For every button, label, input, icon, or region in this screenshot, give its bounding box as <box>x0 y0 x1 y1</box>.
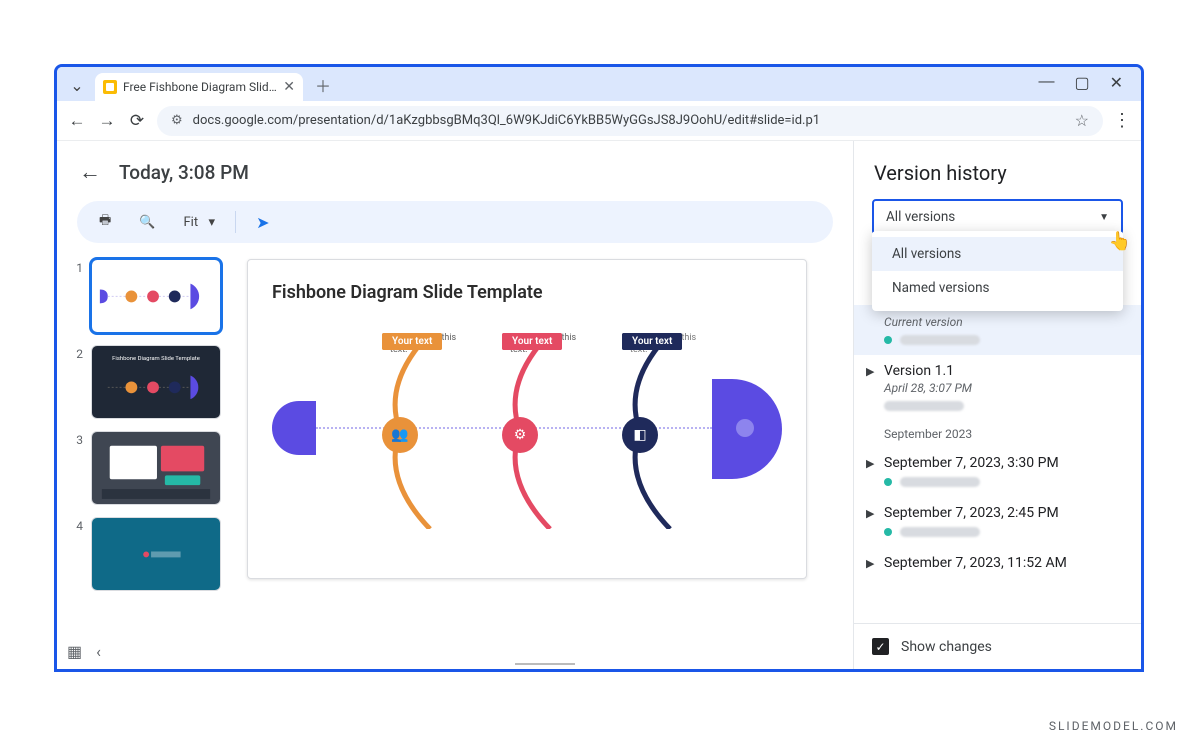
view-controls: ▦ ‹ <box>67 642 101 661</box>
nav-back-icon[interactable]: ← <box>67 111 87 131</box>
resize-handle[interactable] <box>515 663 575 665</box>
current-label: Current version <box>884 315 1123 329</box>
bone-tag: Your text <box>502 333 562 350</box>
vh-header: ← Today, 3:08 PM <box>57 141 853 195</box>
close-window-icon[interactable]: ✕ <box>1110 73 1123 93</box>
bone-3: ◧ Your text You can edit this text. Your… <box>582 333 702 529</box>
bone-1: 👥 Your text You can edit this text. You … <box>342 333 462 529</box>
node-people-icon: 👥 <box>382 417 418 453</box>
version-item[interactable]: ▶ September 7, 2023, 11:52 AM <box>854 547 1141 581</box>
slides-favicon <box>103 80 117 94</box>
pointer-tool-icon[interactable]: ➤ <box>248 209 277 236</box>
nav-forward-icon[interactable]: → <box>97 111 117 131</box>
panel-title: Version history <box>854 141 1141 199</box>
version-list: Current version ▶ Version 1.1 April 28, … <box>854 305 1141 623</box>
slide-canvas-area: Fishbone Diagram Slide Template 👥 Your t… <box>247 259 843 669</box>
version-item[interactable]: ▶ Version 1.1 April 28, 3:07 PM <box>854 355 1141 421</box>
version-timestamp: Today, 3:08 PM <box>119 161 249 184</box>
expand-chevron-icon[interactable]: ▶ <box>866 557 874 570</box>
bone-2: ⚙ Your text You can edit this text. You … <box>462 333 582 529</box>
address-field[interactable]: ⚙ docs.google.com/presentation/d/1aKzgbb… <box>157 106 1103 136</box>
fishbone-diagram: 👥 Your text You can edit this text. You … <box>272 321 782 541</box>
version-filter-select[interactable]: All versions ▼ <box>872 199 1123 235</box>
collapse-icon[interactable]: ‹ <box>96 642 101 661</box>
thumb-index: 2 <box>73 345 83 361</box>
thumb-index: 1 <box>73 259 83 275</box>
checkbox-checked-icon[interactable]: ✓ <box>872 638 889 655</box>
thumb-index: 3 <box>73 431 83 447</box>
new-tab-button[interactable]: ＋ <box>311 73 335 97</box>
site-settings-icon[interactable]: ⚙ <box>171 113 183 128</box>
browser-menu-icon[interactable]: ⋮ <box>1113 110 1131 131</box>
bone-tag: Your text <box>622 333 682 350</box>
url-bar: ← → ⟳ ⚙ docs.google.com/presentation/d/1… <box>57 101 1141 141</box>
browser-tab[interactable]: Free Fishbone Diagram Slide Te ✕ <box>95 73 303 101</box>
editor-name-redacted <box>900 477 980 487</box>
slide-thumb-4[interactable] <box>91 517 221 591</box>
editor-name-redacted <box>900 527 980 537</box>
version-item-current[interactable]: Current version <box>854 305 1141 355</box>
fish-head <box>712 379 782 479</box>
tab-search-icon[interactable]: ⌄ <box>67 75 87 95</box>
thumbnail-strip: 1 2 Fishbone Diagram Slide Template <box>73 259 233 669</box>
slide-thumb-2[interactable]: Fishbone Diagram Slide Template <box>91 345 221 419</box>
dropdown-option-named[interactable]: Named versions <box>872 271 1123 305</box>
version-item[interactable]: ▶ September 7, 2023, 2:45 PM <box>854 497 1141 547</box>
fish-tail <box>272 401 316 455</box>
slide-title: Fishbone Diagram Slide Template <box>272 282 782 303</box>
watermark: SLIDEMODEL.COM <box>1049 719 1178 733</box>
version-filter-dropdown: All versions Named versions <box>872 231 1123 311</box>
tab-title: Free Fishbone Diagram Slide Te <box>123 80 277 94</box>
toolbar-separator <box>235 211 236 233</box>
minimize-icon[interactable]: — <box>1038 73 1054 93</box>
print-button[interactable]: 🖶 <box>91 207 119 237</box>
version-section-label: September 2023 <box>854 421 1141 447</box>
version-history-panel: Version history All versions ▼ 👆 All ver… <box>853 141 1141 669</box>
version-date: April 28, 3:07 PM <box>884 381 1123 395</box>
node-shapes-icon: ◧ <box>622 417 658 453</box>
version-date: September 7, 2023, 2:45 PM <box>884 505 1123 521</box>
bone-tag: Your text <box>382 333 442 350</box>
nav-reload-icon[interactable]: ⟳ <box>127 111 147 131</box>
url-text: docs.google.com/presentation/d/1aKzgbbsg… <box>193 113 820 128</box>
editor-dot-icon <box>884 478 892 486</box>
back-arrow-icon[interactable]: ← <box>79 159 101 185</box>
grid-view-icon[interactable]: ▦ <box>67 642 82 661</box>
editor-name-redacted <box>884 401 964 411</box>
window-controls: — ▢ ✕ <box>1038 73 1131 93</box>
slide-thumb-1[interactable] <box>91 259 221 333</box>
svg-text:Fishbone Diagram Slide Templat: Fishbone Diagram Slide Template <box>112 356 200 362</box>
dropdown-option-all[interactable]: All versions <box>872 237 1123 271</box>
bookmark-star-icon[interactable]: ☆ <box>1075 111 1089 130</box>
expand-chevron-icon[interactable]: ▶ <box>866 365 874 378</box>
node-gear-icon: ⚙ <box>502 417 538 453</box>
close-tab-icon[interactable]: ✕ <box>283 79 295 95</box>
expand-chevron-icon[interactable]: ▶ <box>866 507 874 520</box>
expand-chevron-icon[interactable]: ▶ <box>866 457 874 470</box>
version-name: Version 1.1 <box>884 363 1123 379</box>
show-changes-label: Show changes <box>901 639 992 655</box>
maximize-icon[interactable]: ▢ <box>1074 73 1089 93</box>
zoom-out-button[interactable]: 🔍 <box>131 211 163 234</box>
editor-dot-icon <box>884 336 892 344</box>
tab-strip: ⌄ Free Fishbone Diagram Slide Te ✕ ＋ — ▢… <box>57 67 1141 101</box>
editor-name-redacted <box>900 335 980 345</box>
version-date: September 7, 2023, 11:52 AM <box>884 555 1123 571</box>
thumb-index: 4 <box>73 517 83 533</box>
version-item[interactable]: ▶ September 7, 2023, 3:30 PM <box>854 447 1141 497</box>
dropdown-arrow-icon: ▼ <box>1099 212 1109 223</box>
slide-canvas[interactable]: Fishbone Diagram Slide Template 👥 Your t… <box>247 259 807 579</box>
toolbar: 🖶 🔍 Fit ▾ ➤ <box>77 201 833 243</box>
editor-dot-icon <box>884 528 892 536</box>
filter-value: All versions <box>886 209 955 225</box>
browser-window: ⌄ Free Fishbone Diagram Slide Te ✕ ＋ — ▢… <box>54 64 1144 672</box>
zoom-select[interactable]: Fit ▾ <box>175 211 223 234</box>
version-date: September 7, 2023, 3:30 PM <box>884 455 1123 471</box>
show-changes-toggle[interactable]: ✓ Show changes <box>854 623 1141 669</box>
slide-thumb-3[interactable] <box>91 431 221 505</box>
